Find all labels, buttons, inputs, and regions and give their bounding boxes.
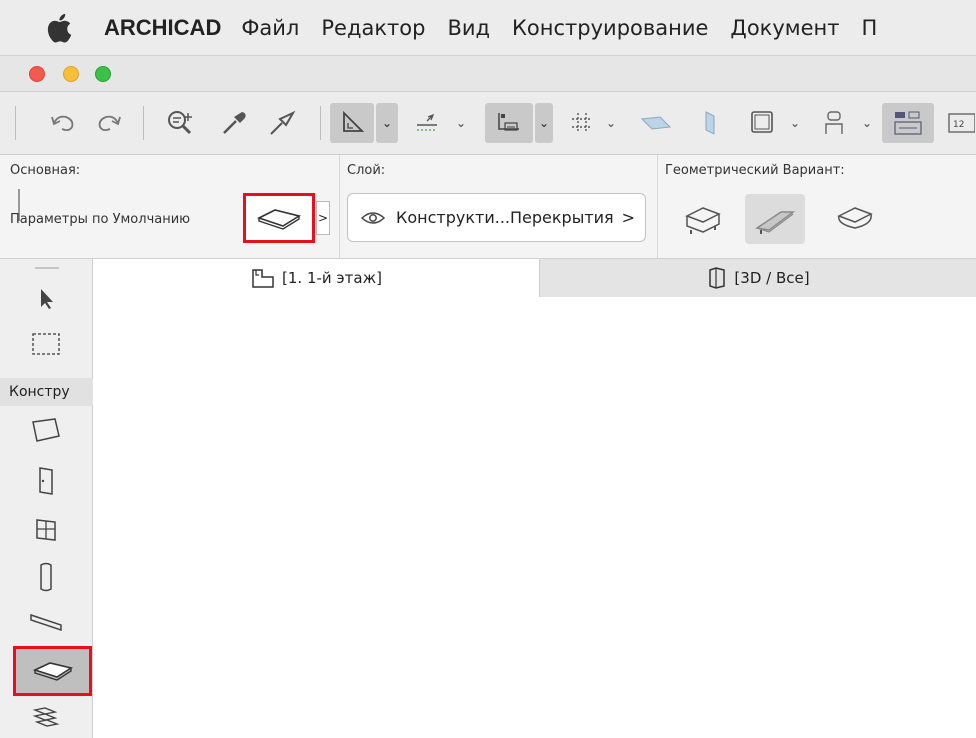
- infobox-separator: [657, 155, 658, 258]
- layer-value: Конструкти...Перекрытия: [396, 208, 614, 227]
- geometry-section-label: Геометрический Вариант:: [665, 163, 845, 178]
- slab-tool[interactable]: [13, 646, 92, 696]
- layer-section-label: Слой:: [347, 163, 386, 178]
- window-frame-icon[interactable]: [743, 103, 783, 143]
- coordinate-display-icon[interactable]: [485, 103, 533, 143]
- snap-guide-icon[interactable]: [408, 103, 448, 143]
- floor-plan-canvas[interactable]: [93, 297, 976, 738]
- tab-3d[interactable]: [3D / Все]: [539, 259, 976, 297]
- arrow-tool[interactable]: [20, 277, 72, 319]
- menu-bar: ARCHICAD Файл Редактор Вид Конструирован…: [0, 0, 976, 56]
- slab-icon: [256, 209, 302, 230]
- window-title-bar: [0, 56, 976, 92]
- marquee-icon: [32, 333, 60, 355]
- marquee-tool[interactable]: [20, 323, 72, 365]
- menu-edit[interactable]: Редактор: [321, 16, 425, 40]
- toolbox-grip[interactable]: [35, 267, 59, 269]
- toolbox-section-header[interactable]: Констру: [0, 378, 93, 406]
- standard-toolbar: ⌄ ⌄ ⌄ ⌄ ⌄ ⌄ 12: [0, 92, 976, 155]
- menu-design[interactable]: Конструирование: [512, 16, 708, 40]
- column-icon: [40, 562, 52, 592]
- main-section-label: Основная:: [10, 163, 81, 178]
- slab-settings-arrow-button[interactable]: >: [316, 201, 330, 235]
- wall-tool[interactable]: [20, 409, 72, 451]
- layer-arrow-icon: >: [621, 208, 636, 227]
- geometry-option-3-button[interactable]: [825, 194, 885, 244]
- floor-plan-icon: [252, 269, 274, 288]
- guide-line-dropdown-icon[interactable]: ⌄: [376, 103, 398, 143]
- default-settings-label: Параметры по Умолчанию: [10, 212, 191, 227]
- 3d-box-icon: [709, 267, 726, 289]
- layer-selector[interactable]: Конструкти...Перекрытия >: [347, 193, 646, 242]
- window-minimize-button[interactable]: [63, 66, 79, 82]
- tab-floor-plan-label: [1. 1-й этаж]: [282, 269, 382, 287]
- slab-rounded-icon: [837, 207, 873, 229]
- wall-icon: [32, 418, 60, 442]
- grid-snap-dropdown-icon[interactable]: ⌄: [606, 116, 616, 130]
- coordinate-dropdown-icon[interactable]: ⌄: [535, 103, 553, 143]
- slab-icon: [32, 662, 73, 681]
- slab-sloped-icon: [685, 207, 721, 234]
- undo-icon[interactable]: [44, 103, 84, 143]
- guide-line-tool-icon[interactable]: [330, 103, 374, 143]
- window-close-button[interactable]: [29, 66, 45, 82]
- beam-icon: [30, 613, 62, 632]
- numbered-grid-icon[interactable]: 12: [944, 103, 976, 143]
- door-tool[interactable]: [20, 460, 72, 502]
- window-frame-dropdown-icon[interactable]: ⌄: [790, 116, 800, 130]
- syringe-icon[interactable]: [262, 103, 302, 143]
- window-zoom-button[interactable]: [95, 66, 111, 82]
- column-tool[interactable]: [20, 556, 72, 598]
- menu-file[interactable]: Файл: [241, 16, 299, 40]
- geometry-option-1-button[interactable]: [673, 194, 733, 244]
- section-plane-icon[interactable]: [690, 103, 730, 143]
- toolbar-separator: [15, 106, 16, 140]
- person-outline-dropdown-icon[interactable]: ⌄: [862, 116, 872, 130]
- redo-icon[interactable]: [88, 103, 128, 143]
- find-select-icon[interactable]: [160, 103, 200, 143]
- tab-3d-label: [3D / Все]: [734, 269, 810, 287]
- tab-floor-plan[interactable]: [1. 1-й этаж]: [93, 259, 539, 297]
- stair-icon: [32, 707, 60, 727]
- eye-icon: [360, 211, 386, 224]
- arrow-cursor-icon: [41, 289, 53, 309]
- menu-view[interactable]: Вид: [447, 16, 490, 40]
- door-icon: [39, 467, 53, 495]
- menu-document[interactable]: Документ: [730, 16, 839, 40]
- stair-tool[interactable]: [20, 699, 72, 738]
- menu-truncated[interactable]: П: [862, 16, 878, 40]
- menu-archicad[interactable]: ARCHICAD: [104, 15, 221, 41]
- eyedropper-icon[interactable]: [214, 103, 254, 143]
- window-icon: [36, 519, 56, 541]
- toolbar-separator: [143, 106, 144, 140]
- toolbox-panel: Констру: [0, 259, 93, 738]
- view-tabs: [1. 1-й этаж] [3D / Все]: [93, 259, 976, 297]
- svg-text:12: 12: [953, 120, 964, 130]
- window-tool[interactable]: [20, 509, 72, 551]
- slab-wedge-icon: [755, 211, 796, 234]
- slab-settings-button[interactable]: [243, 193, 315, 243]
- infobox-separator: [339, 155, 340, 258]
- layout-grid-icon[interactable]: [882, 103, 934, 143]
- snap-guide-dropdown-icon[interactable]: ⌄: [456, 116, 466, 130]
- geometry-option-2-button[interactable]: [745, 194, 805, 244]
- grid-snap-icon[interactable]: [562, 103, 602, 143]
- toolbar-separator: [320, 106, 321, 140]
- fill-pattern-icon[interactable]: [634, 103, 678, 143]
- apple-logo-icon[interactable]: [44, 11, 78, 45]
- person-outline-icon[interactable]: [814, 103, 854, 143]
- beam-tool[interactable]: [20, 601, 72, 643]
